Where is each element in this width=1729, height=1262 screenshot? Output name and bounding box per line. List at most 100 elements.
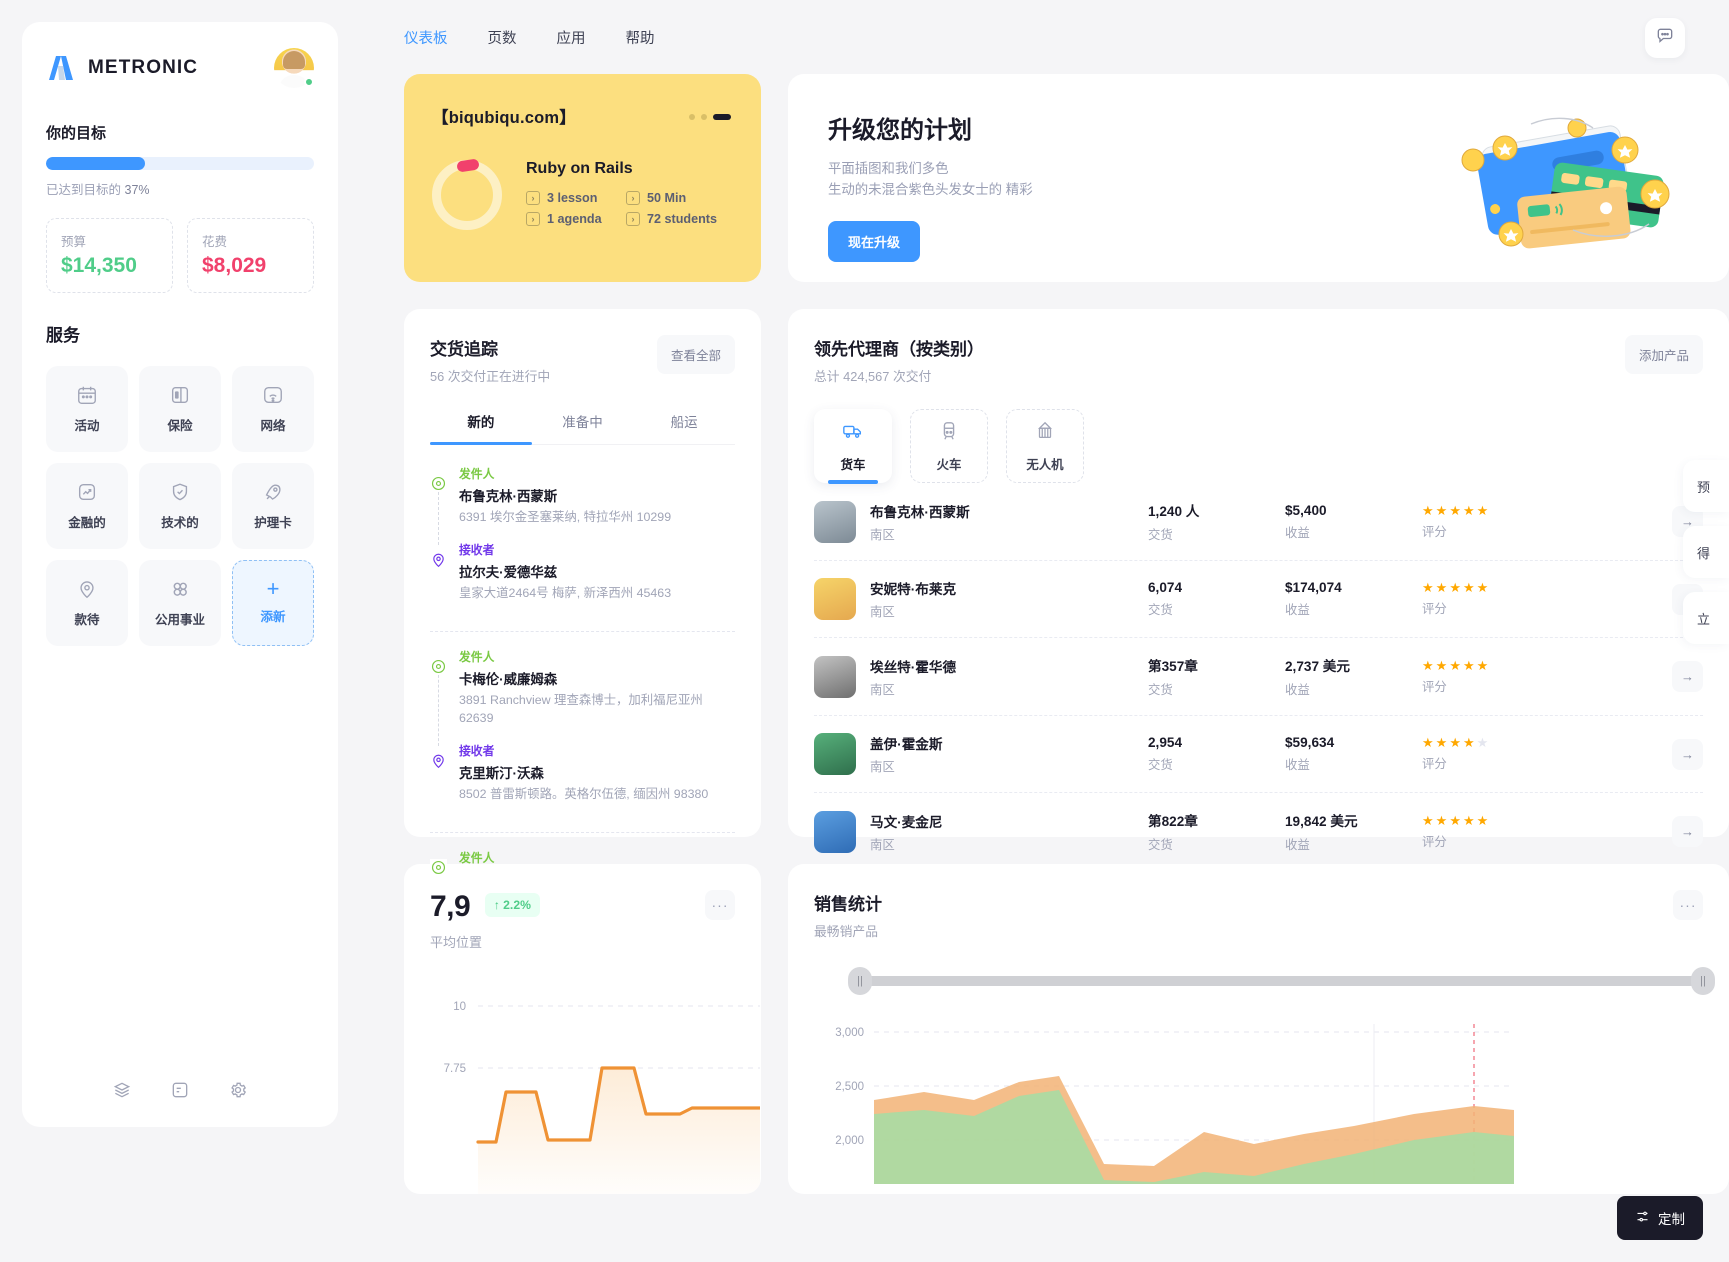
star-icon: ★: [1422, 735, 1434, 750]
sales-title: 销售统计: [814, 895, 882, 914]
rating-stars: ★ ★ ★ ★ ★: [1422, 581, 1559, 594]
stat-budget: 预算 $14,350: [46, 218, 173, 293]
rail-item-1[interactable]: 预: [1683, 460, 1729, 512]
receiver-pin-icon: [430, 550, 447, 568]
category-label: 火车: [936, 457, 962, 472]
service-tile-events[interactable]: 活动: [46, 366, 128, 452]
agents-header: 领先代理商（按类别） 总计 424,567 次交付 添加产品: [814, 335, 1703, 385]
online-status-dot: [304, 77, 314, 87]
course-info: Ruby on Rails › 3 lesson › 50 Min › 1 ag…: [526, 160, 717, 226]
agent-rating: ★ ★ ★ ★ ★ 评分: [1422, 659, 1559, 695]
tracking-tabs: 新的 准备中 船运: [430, 411, 735, 445]
range-slider[interactable]: || ||: [848, 967, 1715, 995]
stat-spent: 花费 $8,029: [187, 218, 314, 293]
star-icon: ★: [1435, 580, 1448, 595]
service-tile-utilities[interactable]: 公用事业: [139, 560, 221, 646]
chat-icon: [1655, 26, 1675, 51]
tracking-connector: [438, 487, 439, 545]
sender-pin-icon: [430, 858, 447, 876]
sender-role: 发件人: [459, 467, 495, 481]
sender-text: 发件人 卡梅伦·威廉姆森 3891 Ranchview 理查森博士，加利福尼亚州…: [459, 648, 735, 728]
upgrade-subtitle: 平面插图和我们多色 生动的未混合紫色头发女士的 精彩: [828, 159, 1033, 201]
top-nav: 仪表板 页数 应用 帮助: [404, 27, 655, 48]
sales-statistics-card: 销售统计 最畅销产品 ··· || || 3,000 2,500 2,000: [788, 864, 1729, 1194]
goal-progress-bar: [46, 157, 314, 170]
category-drone[interactable]: 无人机: [1006, 409, 1084, 483]
service-tile-add-new[interactable]: + 添新: [232, 560, 314, 646]
layers-icon[interactable]: [112, 1080, 132, 1105]
rocket-icon: [262, 481, 284, 503]
tab-shipping[interactable]: 船运: [633, 411, 735, 444]
row-arrow-button[interactable]: →: [1672, 816, 1703, 847]
carousel-dot[interactable]: [689, 114, 695, 120]
agent-deliveries-label: 交货: [1148, 683, 1173, 697]
avatar: [814, 578, 856, 620]
tracking-receiver: 接收者 克里斯汀·沃森 8502 普雷斯顿路。英格尔伍德, 缅因州 98380: [430, 742, 735, 818]
agent-rating-label: 评分: [1422, 834, 1447, 849]
customize-button[interactable]: 定制: [1617, 1196, 1703, 1240]
avatar[interactable]: [274, 48, 314, 88]
star-icon: ★: [1462, 580, 1475, 595]
carousel-dot-active[interactable]: [713, 114, 731, 120]
nav-item-pages[interactable]: 页数: [488, 27, 517, 48]
service-tile-network[interactable]: 网络: [232, 366, 314, 452]
category-truck[interactable]: 货车: [814, 409, 892, 484]
agent-identity: 盖伊·霍金斯 南区: [870, 733, 1148, 775]
upgrade-now-button[interactable]: 现在升级: [828, 220, 921, 262]
sender-role: 发件人: [459, 649, 495, 664]
nav-item-apps[interactable]: 应用: [557, 27, 586, 48]
calendar-icon: [76, 384, 98, 406]
add-product-button[interactable]: 添加产品: [1624, 335, 1703, 374]
range-slider-handle-right[interactable]: ||: [1691, 967, 1715, 995]
range-slider-handle-left[interactable]: ||: [848, 967, 872, 995]
star-icon: ★: [1435, 657, 1448, 673]
svg-text:2,000: 2,000: [835, 1135, 864, 1147]
service-tile-carecard[interactable]: 护理卡: [232, 463, 314, 549]
view-all-button[interactable]: 查看全部: [656, 335, 735, 374]
carousel-dots[interactable]: [689, 114, 731, 120]
sender-name: 布鲁克林·西蒙斯: [459, 489, 558, 504]
chevron-right-icon: ›: [626, 212, 640, 226]
chat-button[interactable]: [1645, 18, 1685, 58]
position-menu-button[interactable]: ···: [705, 890, 735, 920]
rail-item-3[interactable]: 立: [1683, 592, 1729, 644]
nav-item-dashboard[interactable]: 仪表板: [404, 27, 448, 48]
star-icon: ★: [1449, 812, 1461, 828]
category-train[interactable]: 火车: [910, 409, 988, 483]
course-meta-item: › 50 Min: [626, 191, 717, 205]
sender-name: 卡梅伦·威廉姆森: [459, 671, 558, 687]
sales-menu-button[interactable]: ···: [1673, 890, 1703, 920]
agent-rating: ★ ★ ★ ★ ★ 评分: [1422, 581, 1559, 617]
chevron-right-icon: ›: [626, 191, 640, 205]
row-middle: 交货追踪 56 次交付正在进行中 查看全部 新的 准备中 船运 发件人 布鲁克林…: [404, 309, 1729, 888]
gear-icon[interactable]: [228, 1080, 248, 1105]
agent-rating: ★ ★ ★ ★ ★ 评分: [1422, 736, 1559, 772]
upgrade-card-wrap: 升级您的计划 平面插图和我们多色 生动的未混合紫色头发女士的 精彩 现在升级: [788, 74, 1729, 282]
stat-row: 预算 $14,350 花费 $8,029: [46, 218, 314, 293]
star-icon: ★: [1422, 812, 1434, 828]
row-arrow-button[interactable]: →: [1672, 661, 1703, 692]
row-arrow-button[interactable]: →: [1672, 738, 1703, 770]
agent-rating-label: 评分: [1422, 524, 1447, 539]
tab-preparing[interactable]: 准备中: [532, 411, 634, 444]
stat-spent-value: $8,029: [202, 254, 267, 277]
tab-new[interactable]: 新的: [430, 411, 532, 445]
goal-title: 你的目标: [46, 125, 107, 142]
tracking-group: 发件人 布鲁克林·西蒙斯 6391 埃尔金圣塞莱纳, 特拉华州 10299 接收…: [430, 465, 735, 631]
carousel-dot[interactable]: [701, 114, 707, 120]
service-tile-financial[interactable]: 金融的: [46, 463, 128, 549]
rail-item-2[interactable]: 得: [1683, 526, 1729, 578]
table-row: 马文·麦金尼 南区 第822章 交货 19,842 美元 收益 ★ ★ ★ ★ …: [814, 793, 1703, 870]
agent-revenue-value: 2,737 美元: [1285, 659, 1350, 674]
service-label: 金融的: [68, 516, 106, 530]
customize-label: 定制: [1658, 1212, 1685, 1227]
brand[interactable]: METRONIC: [46, 54, 198, 82]
star-icon: ★: [1449, 735, 1461, 750]
note-icon[interactable]: [170, 1080, 190, 1105]
service-tile-insurance[interactable]: 保险: [139, 366, 221, 452]
app-root: METRONIC 你的目标 已达到目标的 37% 预算 $14,350 花费 $…: [0, 0, 1729, 1262]
service-tile-technical[interactable]: 技术的: [139, 463, 221, 549]
nav-item-help[interactable]: 帮助: [626, 27, 655, 48]
svg-text:3,000: 3,000: [835, 1027, 864, 1039]
service-tile-hospitality[interactable]: 款待: [46, 560, 128, 646]
